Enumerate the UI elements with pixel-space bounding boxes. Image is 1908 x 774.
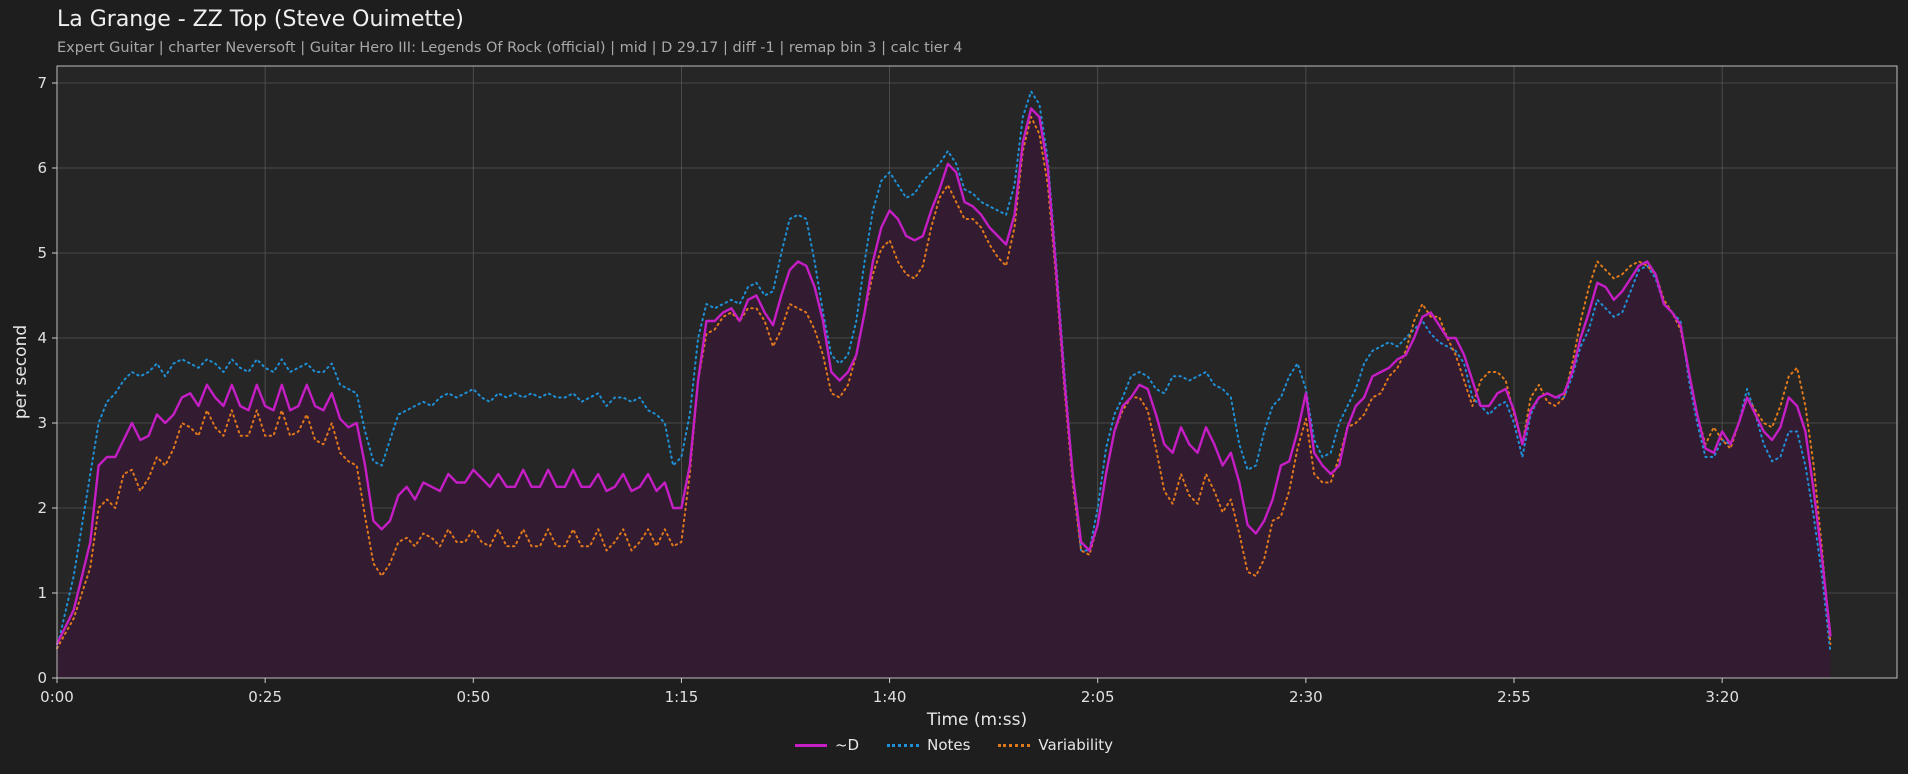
x-tick-label: 1:40 [873,688,907,706]
x-axis-ticks: 0:00 0:25 0:50 1:15 1:40 2:05 2:30 2:55 3:20 [40,678,1739,706]
legend-swatch [794,743,827,747]
legend-item: Variability [998,736,1113,754]
y-axis-label: per second [11,325,31,419]
y-tick-label: 1 [37,584,47,602]
legend-label: ~D [834,736,860,754]
legend-item: ~D [794,736,860,754]
y-tick-label: 6 [37,159,47,177]
y-tick-label: 7 [37,74,47,92]
x-tick-label: 1:15 [665,688,699,706]
legend-label: Notes [927,736,971,754]
y-tick-label: 4 [37,329,47,347]
chart-plot: 0:00 0:25 0:50 1:15 1:40 2:05 2:30 2:55 3:20 0 1 2… [11,65,1898,730]
x-tick-label: 2:30 [1289,688,1323,706]
x-tick-label: 0:00 [40,688,74,706]
x-tick-label: 0:25 [248,688,282,706]
legend-swatch [887,743,920,747]
y-tick-label: 3 [37,414,47,432]
x-axis-label: Time (m:ss) [926,710,1027,730]
legend: ~D Notes Variability [0,736,1908,754]
x-tick-label: 0:50 [456,688,490,706]
y-tick-label: 0 [37,669,47,687]
legend-swatch [998,743,1031,747]
x-tick-label: 3:20 [1705,688,1739,706]
x-tick-label: 2:55 [1497,688,1531,706]
y-tick-label: 2 [37,499,47,517]
y-tick-label: 5 [37,244,47,262]
x-tick-label: 2:05 [1081,688,1115,706]
legend-item: Notes [887,736,970,754]
y-axis-ticks: 0 1 2 3 4 5 6 7 [37,74,57,687]
legend-label: Variability [1038,736,1114,754]
